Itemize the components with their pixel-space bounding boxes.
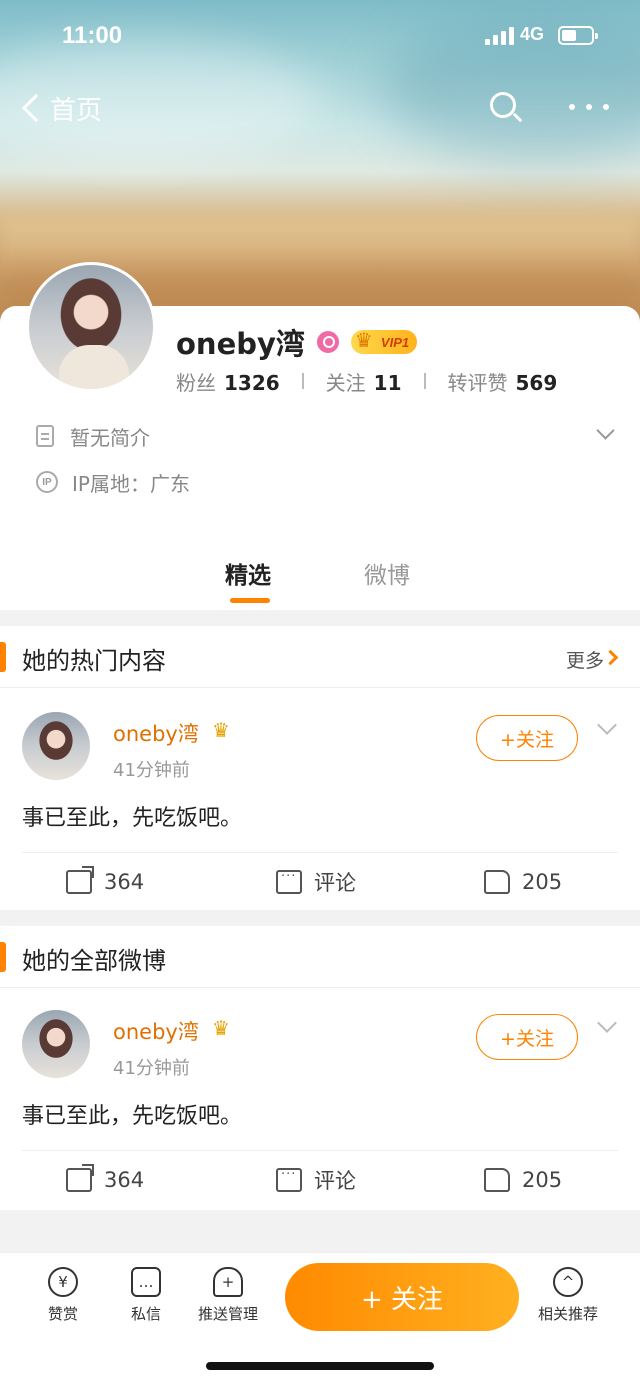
ip-location-row: IP IP属地：广东 xyxy=(36,464,190,500)
section-title: 她的热门内容 xyxy=(22,647,166,675)
stat-fans[interactable]: 粉丝 1326 xyxy=(176,367,280,396)
post-avatar[interactable] xyxy=(22,712,90,780)
more-icon[interactable] xyxy=(569,104,609,112)
thumbs-up-icon xyxy=(484,870,510,894)
search-icon[interactable] xyxy=(490,92,524,126)
status-time: 11:00 xyxy=(62,22,123,49)
like-button[interactable]: 205 xyxy=(484,1165,562,1195)
comment-button[interactable]: 评论 xyxy=(276,867,356,897)
comment-button[interactable]: 评论 xyxy=(276,1165,356,1195)
network-label: 4G xyxy=(520,24,545,44)
post-text[interactable]: 事已至此，先吃饭吧。 xyxy=(22,1098,242,1130)
battery-icon xyxy=(558,26,598,45)
top-nav: 首页 xyxy=(0,80,640,136)
share-icon xyxy=(66,1164,94,1192)
stat-engagement[interactable]: 转评赞 569 xyxy=(448,367,558,396)
section-accent-bar xyxy=(0,642,6,672)
crown-icon: ♛ xyxy=(212,718,230,742)
post-actions: 364 评论 205 xyxy=(22,852,618,910)
status-bar: 11:00 4G xyxy=(0,0,640,70)
stat-following[interactable]: 关注 11 xyxy=(326,367,402,396)
follow-main-button[interactable]: + 关注 xyxy=(285,1263,519,1331)
bell-icon: + xyxy=(213,1267,243,1297)
vip-badge[interactable]: ♛ VIP1 xyxy=(350,328,418,354)
bio-text: 暂无简介 xyxy=(70,425,150,450)
post-avatar[interactable] xyxy=(22,1010,90,1078)
back-label: 首页 xyxy=(50,95,103,126)
repost-button[interactable]: 364 xyxy=(66,866,144,897)
follow-button[interactable]: +关注 xyxy=(476,1014,578,1060)
post-text[interactable]: 事已至此，先吃饭吧。 xyxy=(22,800,242,832)
post-time: 41分钟前 xyxy=(113,1058,190,1079)
chevron-down-icon[interactable] xyxy=(597,715,617,735)
profile-name-row: oneby湾 ♛ VIP1 xyxy=(176,322,418,362)
message-button[interactable]: … 私信 xyxy=(104,1267,188,1324)
crown-icon: ♛ xyxy=(354,328,373,352)
profile-name: oneby湾 xyxy=(176,327,305,361)
recommend-button[interactable]: ^ 相关推荐 xyxy=(526,1267,610,1324)
bio-row[interactable]: 暂无简介 xyxy=(36,418,620,454)
divider xyxy=(423,373,426,389)
tab-featured[interactable]: 精选 xyxy=(225,556,271,590)
female-icon xyxy=(316,331,339,353)
post-actions: 364 评论 205 xyxy=(22,1150,618,1208)
chevron-down-icon[interactable] xyxy=(596,421,615,440)
comment-icon xyxy=(276,1167,302,1192)
tab-weibo[interactable]: 微博 xyxy=(364,556,410,590)
ip-icon: IP xyxy=(36,471,58,493)
section-header: 她的全部微博 xyxy=(0,926,640,988)
post-author[interactable]: oneby湾 xyxy=(113,718,199,748)
chevron-right-icon[interactable] xyxy=(602,649,619,666)
comment-icon xyxy=(276,869,302,894)
follow-button[interactable]: +关注 xyxy=(476,715,578,761)
repost-button[interactable]: 364 xyxy=(66,1164,144,1195)
divider xyxy=(301,373,304,389)
post-author[interactable]: oneby湾 xyxy=(113,1016,199,1046)
hot-content-section: 她的热门内容 更多 oneby湾 ♛ 41分钟前 +关注 事已至此，先吃饭吧。 … xyxy=(0,626,640,910)
more-link[interactable]: 更多 xyxy=(566,646,604,673)
like-button[interactable]: 205 xyxy=(484,867,562,897)
home-indicator xyxy=(206,1362,434,1370)
yen-icon: ¥ xyxy=(48,1267,78,1297)
tab-indicator xyxy=(230,598,270,603)
chat-icon: … xyxy=(131,1267,161,1297)
vip-label: VIP1 xyxy=(380,334,410,350)
document-icon xyxy=(36,425,54,447)
signal-icon xyxy=(485,27,515,45)
section-accent-bar xyxy=(0,942,6,972)
section-title: 她的全部微博 xyxy=(22,947,166,975)
post-time: 41分钟前 xyxy=(113,760,190,781)
chevron-left-icon xyxy=(21,93,51,123)
profile-tabs: 精选 微博 xyxy=(0,548,640,608)
all-posts-section: 她的全部微博 oneby湾 ♛ 41分钟前 +关注 事已至此，先吃饭吧。 364… xyxy=(0,926,640,1210)
crown-icon: ♛ xyxy=(212,1016,230,1040)
profile-avatar[interactable] xyxy=(26,262,156,392)
chevron-up-icon: ^ xyxy=(553,1267,583,1297)
reward-button[interactable]: ¥ 赞赏 xyxy=(21,1267,105,1324)
ip-location-text: IP属地：广东 xyxy=(72,471,190,496)
chevron-down-icon[interactable] xyxy=(597,1013,617,1033)
back-button[interactable]: 首页 xyxy=(18,88,102,128)
section-header: 她的热门内容 更多 xyxy=(0,626,640,688)
push-settings-button[interactable]: + 推送管理 xyxy=(186,1267,270,1324)
profile-stats: 粉丝 1326 关注 11 转评赞 569 xyxy=(176,366,557,396)
share-icon xyxy=(66,866,94,894)
thumbs-up-icon xyxy=(484,1168,510,1192)
